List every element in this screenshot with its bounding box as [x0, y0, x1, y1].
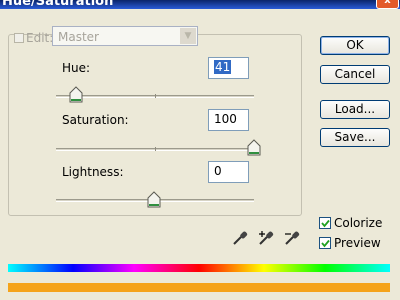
lightness-value: 0: [214, 164, 222, 178]
eyedropper-icon[interactable]: [231, 229, 249, 247]
hue-value: 41: [214, 60, 232, 74]
eyedropper-plus-icon[interactable]: [257, 229, 275, 247]
edit-channel-value: Master: [58, 30, 99, 44]
cancel-button[interactable]: Cancel: [320, 65, 390, 84]
saturation-input[interactable]: 100: [208, 109, 249, 131]
colorize-label[interactable]: Colorize: [334, 216, 382, 230]
preview-checkbox[interactable]: [319, 237, 331, 249]
save-button[interactable]: Save...: [320, 128, 390, 147]
adjustment-group: [8, 34, 302, 216]
saturation-center-tick: [155, 147, 156, 151]
saturation-value: 100: [214, 112, 237, 126]
lightness-slider-thumb[interactable]: [147, 191, 161, 209]
preview-label[interactable]: Preview: [334, 236, 381, 250]
eyedropper-minus-icon[interactable]: [283, 229, 301, 247]
hue-label: Hue:: [62, 61, 91, 75]
saturation-slider-thumb[interactable]: [247, 139, 261, 157]
chevron-down-icon: ▼: [180, 28, 196, 44]
lightness-input[interactable]: 0: [208, 161, 249, 183]
saturation-label: Saturation:: [62, 113, 129, 127]
hue-center-tick: [155, 94, 156, 98]
hue-input[interactable]: 41: [208, 57, 249, 79]
title-bar[interactable]: Hue/Saturation x: [0, 0, 400, 9]
hue-slider-thumb[interactable]: [69, 86, 83, 104]
hue-spectrum-bar: [8, 264, 390, 272]
ok-button[interactable]: OK: [320, 36, 390, 55]
check-icon: [321, 219, 330, 228]
close-icon: x: [384, 0, 391, 6]
colorize-checkbox[interactable]: [319, 217, 331, 229]
edit-channel-select[interactable]: Master ▼: [52, 26, 198, 46]
edit-label-row: Edit:: [14, 31, 53, 45]
window-title: Hue/Saturation: [2, 0, 114, 9]
lightness-label: Lightness:: [62, 165, 124, 179]
check-icon: [321, 239, 330, 248]
edit-disabled-radio: [14, 33, 24, 43]
result-color-bar: [8, 283, 390, 292]
edit-label: Edit:: [26, 31, 54, 45]
close-button[interactable]: x: [376, 0, 399, 9]
load-button[interactable]: Load...: [320, 100, 390, 119]
